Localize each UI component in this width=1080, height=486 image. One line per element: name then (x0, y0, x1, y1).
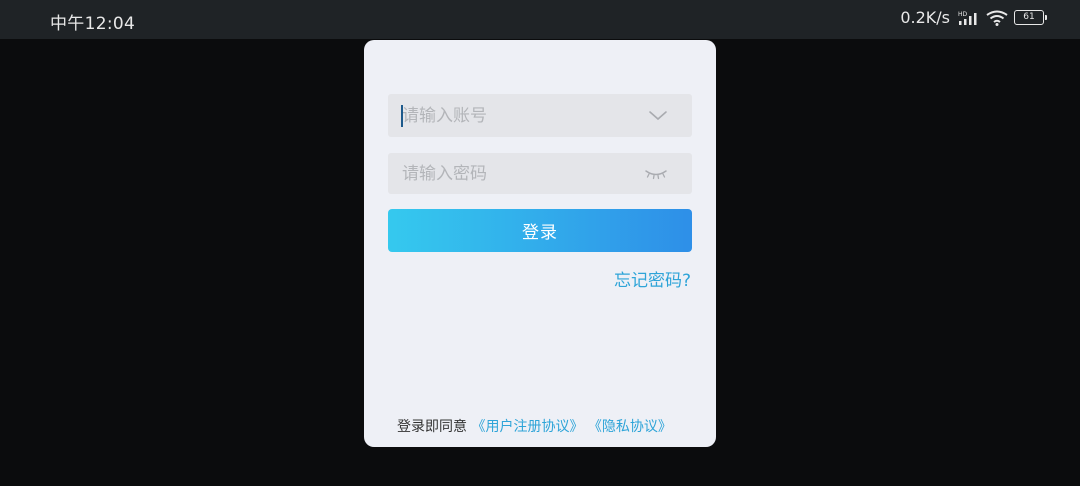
svg-text:HD: HD (958, 11, 968, 18)
network-speed: 0.2K/s (900, 8, 950, 27)
battery-level: 61 (1023, 12, 1035, 22)
account-field[interactable] (388, 94, 692, 137)
user-agreement-link[interactable]: 《用户注册协议》 (471, 419, 583, 435)
forgot-password-link[interactable]: 忘记密码? (614, 266, 691, 291)
status-bar: 中午12:04 0.2K/s HD 61 (0, 0, 1080, 39)
password-field[interactable] (388, 153, 692, 194)
eye-closed-icon[interactable] (644, 168, 668, 180)
login-button[interactable]: 登录 (388, 209, 692, 252)
battery-icon: 61 (1014, 10, 1047, 25)
chevron-down-icon[interactable] (648, 110, 668, 122)
agreement-text: 登录即同意 《用户注册协议》 《隐私协议》 (397, 416, 672, 436)
account-input[interactable] (388, 94, 642, 137)
privacy-policy-link[interactable]: 《隐私协议》 (588, 419, 672, 435)
wifi-icon (986, 10, 1008, 26)
login-dialog: 登录 忘记密码? 登录即同意 《用户注册协议》 《隐私协议》 (364, 40, 716, 447)
hd-signal-icon: HD (958, 10, 980, 26)
status-indicators: 0.2K/s HD 61 (900, 8, 1047, 27)
agreement-prefix: 登录即同意 (397, 419, 467, 435)
text-caret (401, 105, 403, 127)
status-time: 中午12:04 (50, 14, 136, 34)
password-input[interactable] (388, 153, 642, 194)
